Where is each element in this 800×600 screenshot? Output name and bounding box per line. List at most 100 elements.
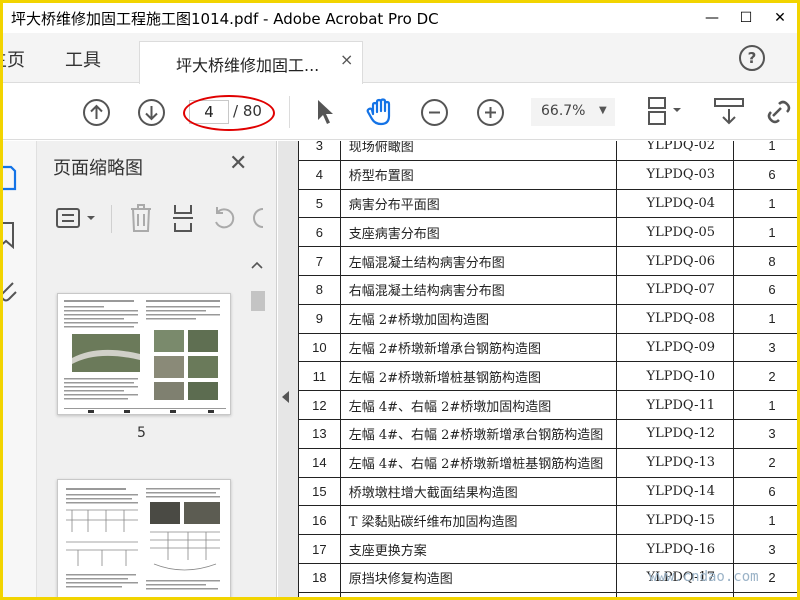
drawing-name: 原挡块修复构造图	[339, 562, 617, 593]
minimize-button[interactable]: —	[695, 3, 729, 33]
collapse-panel-icon[interactable]	[282, 391, 289, 403]
arrow-up-icon	[90, 104, 103, 119]
link-icon[interactable]	[767, 96, 797, 128]
table-row: 14 左幅 4#、右幅 2#桥墩新增桩基钢筋构造图 YLPDQ-13 2	[298, 447, 797, 478]
drawing-code: YLPDQ-06	[615, 246, 735, 276]
row-number: 11	[298, 361, 341, 392]
scroll-up-icon[interactable]	[251, 261, 263, 269]
table-row: 17 支座更换方案 YLPDQ-16 3	[298, 534, 797, 564]
table-row: 11 左幅 2#桥墩新增桩基钢筋构造图 YLPDQ-10 2	[298, 361, 797, 392]
toolbar: 4 / 80 66.7% ▼	[3, 84, 797, 140]
sheet-count: 1	[733, 141, 797, 161]
watermark-text: www.cndao.com	[649, 569, 759, 585]
table-row: 7 左幅混凝土结构病害分布图 YLPDQ-06 8	[298, 246, 797, 276]
drawing-code: YLPDQ-14	[615, 476, 735, 507]
sheet-count: 2	[733, 447, 797, 478]
drawing-code: YLPDQ-15	[615, 505, 735, 536]
drawing-name: T 梁黏贴碳纤维布加固构造图	[339, 505, 617, 536]
drawing-name: 支座更换方案	[339, 534, 617, 564]
drawing-code: YLPDQ-18	[615, 591, 735, 597]
row-number: 13	[298, 418, 341, 449]
next-page-button[interactable]	[138, 99, 165, 126]
zoom-out-button[interactable]	[421, 99, 448, 126]
row-number: 15	[298, 476, 341, 507]
drawing-code: YLPDQ-10	[615, 361, 735, 392]
hand-tool-icon[interactable]	[365, 96, 397, 128]
options-menu-icon[interactable]	[55, 207, 99, 229]
rotate-clockwise-icon[interactable]	[251, 205, 265, 231]
delete-page-icon[interactable]	[129, 203, 153, 233]
row-number: 8	[298, 274, 341, 305]
drawing-code: YLPDQ-13	[615, 447, 735, 478]
attachment-icon[interactable]	[3, 277, 19, 303]
row-number: 12	[298, 390, 341, 420]
tab-home[interactable]: 主页	[3, 46, 25, 72]
table-row: 19新增挡块构造图YLPDQ-181	[298, 591, 797, 597]
help-icon[interactable]: ?	[739, 45, 765, 71]
row-number: 10	[298, 332, 341, 363]
sheet-count: 1	[733, 303, 797, 334]
drawing-name: 左幅 2#桥墩新增桩基钢筋构造图	[339, 361, 617, 392]
table-row: 8 右幅混凝土结构病害分布图 YLPDQ-07 6	[298, 274, 797, 305]
thumbnail-page[interactable]	[57, 479, 231, 597]
tab-bar: 主页 工具 坪大桥维修加固工... × ?	[3, 33, 797, 84]
drawing-code: YLPDQ-16	[615, 534, 735, 564]
select-arrow-icon[interactable]	[315, 98, 335, 126]
rotate-page-icon[interactable]	[211, 205, 237, 231]
panel-scrollbar[interactable]	[249, 257, 265, 597]
drawing-name: 左幅 2#桥墩新增承台钢筋构造图	[339, 332, 617, 363]
drawing-code: YLPDQ-12	[615, 418, 735, 449]
scroll-thumb[interactable]	[251, 291, 265, 311]
close-tab-icon[interactable]: ×	[340, 50, 353, 69]
drawing-name: 右幅混凝土结构病害分布图	[339, 274, 617, 305]
table-row: 16 T 梁黏贴碳纤维布加固构造图 YLPDQ-15 1	[298, 505, 797, 536]
document-view[interactable]: 3 现场俯瞰图 YLPDQ-02 1 4 桥型布置图 YLPDQ-03 6 5 病害分布平面图 YL…	[278, 141, 797, 597]
page-thumbnails-icon[interactable]	[3, 165, 17, 191]
keyboard-scroll-icon[interactable]	[713, 96, 745, 128]
tab-tools[interactable]: 工具	[65, 46, 101, 72]
zoom-in-button[interactable]	[477, 99, 504, 126]
red-highlight-annotation	[183, 95, 275, 131]
sheet-count: 8	[733, 246, 797, 276]
toolbar-divider	[289, 96, 290, 128]
close-panel-icon[interactable]: ✕	[229, 151, 247, 176]
acrobat-window: 坪大桥维修加固工程施工图1014.pdf - Adobe Acrobat Pro…	[3, 3, 797, 597]
row-number: 16	[298, 505, 341, 536]
row-number: 3	[298, 141, 341, 161]
bookmark-icon[interactable]	[3, 221, 17, 249]
title-bar: 坪大桥维修加固工程施工图1014.pdf - Adobe Acrobat Pro…	[3, 3, 797, 33]
drawing-name: 病害分布平面图	[339, 188, 617, 219]
tab-document[interactable]: 坪大桥维修加固工... ×	[139, 41, 363, 84]
navigation-rail	[3, 141, 37, 597]
drawing-code: YLPDQ-07	[615, 274, 735, 305]
document-page: 3 现场俯瞰图 YLPDQ-02 1 4 桥型布置图 YLPDQ-03 6 5 病害分布平面图 YL…	[298, 141, 797, 597]
drawing-code: YLPDQ-04	[615, 188, 735, 219]
thumbnail-page[interactable]	[57, 293, 231, 415]
drawing-code: YLPDQ-09	[615, 332, 735, 363]
zoom-dropdown[interactable]: 66.7% ▼	[531, 98, 615, 126]
previous-page-button[interactable]	[83, 99, 110, 126]
table-row: 4 桥型布置图 YLPDQ-03 6	[298, 159, 797, 190]
drawing-name: 左幅 4#、右幅 2#桥墩新增承台钢筋构造图	[339, 418, 617, 449]
sheet-count: 1	[733, 217, 797, 248]
row-number: 6	[298, 217, 341, 248]
sheet-count: 6	[733, 159, 797, 190]
panel-divider	[111, 205, 112, 233]
sheet-count: 6	[733, 476, 797, 507]
row-number: 5	[298, 188, 341, 219]
panel-toolbar	[37, 197, 277, 239]
maximize-button[interactable]: ☐	[729, 3, 763, 33]
sheet-count: 1	[733, 188, 797, 219]
page-display-icon[interactable]	[643, 96, 689, 128]
document-tab-label: 坪大桥维修加固工...	[176, 56, 320, 75]
row-number: 14	[298, 447, 341, 478]
zoom-value: 66.7%	[541, 103, 586, 119]
sheet-count: 1	[733, 390, 797, 420]
close-window-button[interactable]: ✕	[763, 3, 797, 33]
sheet-count: 3	[733, 418, 797, 449]
insert-page-icon[interactable]	[171, 203, 195, 233]
sheet-count: 6	[733, 274, 797, 305]
arrow-down-icon	[145, 106, 158, 121]
table-row: 13 左幅 4#、右幅 2#桥墩新增承台钢筋构造图 YLPDQ-12 3	[298, 418, 797, 449]
row-number: 7	[298, 246, 341, 276]
